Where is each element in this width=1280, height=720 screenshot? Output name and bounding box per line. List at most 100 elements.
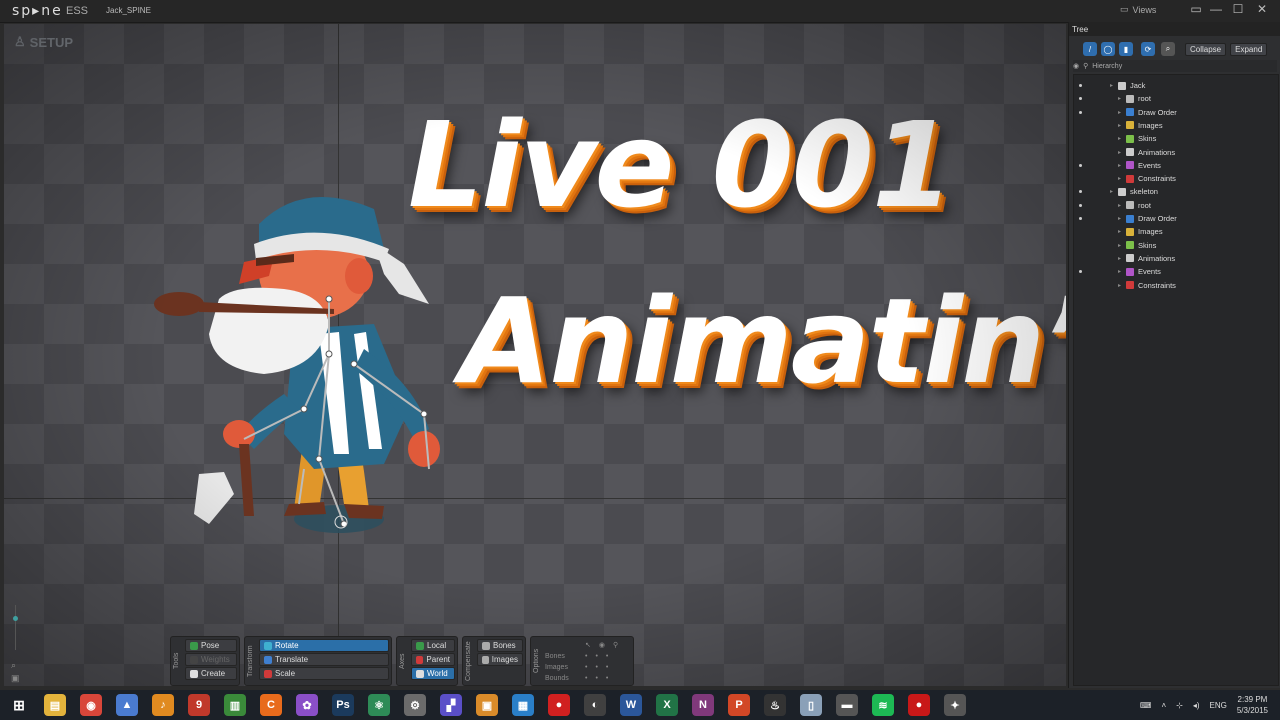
tree-item-jack[interactable]: ▸ Jack bbox=[1074, 79, 1274, 92]
scale-tool-button[interactable]: Scale bbox=[259, 667, 389, 680]
collapse-button[interactable]: Collapse bbox=[1185, 42, 1227, 56]
app-box-icon[interactable]: ▣ bbox=[476, 694, 498, 716]
settings-icon[interactable]: ⚙ bbox=[404, 694, 426, 716]
excel-icon[interactable]: X bbox=[656, 694, 678, 716]
setup-mode-label[interactable]: ♙ SETUP bbox=[14, 34, 73, 50]
clock[interactable]: 2:39 PM 5/3/2015 bbox=[1237, 694, 1268, 716]
expand-arrow-icon[interactable]: ▸ bbox=[1118, 255, 1123, 262]
minimize-button[interactable]: — bbox=[1206, 2, 1226, 16]
expand-arrow-icon[interactable]: ▸ bbox=[1118, 242, 1123, 249]
expand-arrow-icon[interactable]: ▸ bbox=[1118, 109, 1123, 116]
app-mixer-icon[interactable]: ▥ bbox=[224, 694, 246, 716]
parent-axes-button[interactable]: Parent bbox=[411, 653, 455, 666]
visibility-eye-icon[interactable] bbox=[1079, 84, 1082, 87]
slot-filter-icon[interactable]: ◯ bbox=[1101, 42, 1115, 56]
select-icon[interactable]: ↖ bbox=[585, 641, 591, 649]
expand-arrow-icon[interactable]: ▸ bbox=[1118, 228, 1123, 235]
visibility-eye-icon[interactable] bbox=[1079, 163, 1082, 167]
chrome-icon[interactable]: ◉ bbox=[80, 694, 102, 716]
app-flame-icon[interactable]: ♨ bbox=[764, 694, 786, 716]
visibility-eye-icon[interactable] bbox=[1079, 203, 1082, 207]
visibility-eye-icon[interactable] bbox=[1079, 190, 1082, 194]
zoom-slider[interactable]: ⌕ ▣ bbox=[8, 600, 24, 685]
bone-filter-icon[interactable]: / bbox=[1083, 42, 1097, 56]
tree-item-root[interactable]: ▸ root bbox=[1074, 92, 1274, 105]
obs-icon[interactable]: ◐ bbox=[584, 694, 606, 716]
tree-item-events[interactable]: ▸ Events bbox=[1074, 265, 1274, 278]
weights-tool-button[interactable]: Weights bbox=[185, 653, 237, 666]
spine-icon[interactable]: ✦ bbox=[944, 694, 966, 716]
picasa-icon[interactable]: ✿ bbox=[296, 694, 318, 716]
network-icon[interactable]: ⊹ bbox=[1176, 701, 1183, 710]
rotate-tool-button[interactable]: Rotate bbox=[259, 639, 389, 652]
translate-tool-button[interactable]: Translate bbox=[259, 653, 389, 666]
expand-arrow-icon[interactable]: ▸ bbox=[1118, 268, 1123, 275]
visibility-eye-icon[interactable] bbox=[1079, 110, 1082, 114]
expand-arrow-icon[interactable]: ▸ bbox=[1118, 215, 1123, 222]
views-button[interactable]: ▭ Views bbox=[1120, 4, 1156, 15]
expand-arrow-icon[interactable]: ▸ bbox=[1118, 95, 1123, 102]
tray-expand-icon[interactable]: ˄ bbox=[1161, 701, 1166, 710]
expand-arrow-icon[interactable]: ▸ bbox=[1118, 282, 1123, 289]
tree-item-constraints[interactable]: ▸ Constraints bbox=[1074, 172, 1274, 185]
local-axes-button[interactable]: Local bbox=[411, 639, 455, 652]
volume-icon[interactable]: ◂) bbox=[1193, 701, 1200, 710]
visibility-icon[interactable]: ◉ bbox=[599, 641, 605, 649]
app-c-icon[interactable]: C bbox=[260, 694, 282, 716]
visibility-eye-icon[interactable] bbox=[1079, 270, 1082, 274]
visibility-eye-icon[interactable] bbox=[1079, 217, 1082, 220]
tree-item-images[interactable]: ▸ Images bbox=[1074, 225, 1274, 238]
tree-item-skins[interactable]: ▸ Skins bbox=[1074, 239, 1274, 252]
compensate-bones-button[interactable]: Bones bbox=[477, 639, 523, 652]
tree-item-root[interactable]: ▸ root bbox=[1074, 199, 1274, 212]
pin-icon[interactable]: ⚲ bbox=[613, 641, 618, 649]
tree-tab[interactable]: Tree bbox=[1069, 22, 1280, 36]
expand-arrow-icon[interactable]: ▸ bbox=[1110, 188, 1115, 195]
zoom-handle[interactable] bbox=[13, 616, 18, 621]
expand-arrow-icon[interactable]: ▸ bbox=[1118, 162, 1123, 169]
app-doc-icon[interactable]: ▯ bbox=[800, 694, 822, 716]
viewport[interactable]: ♙ SETUP Live 001 Animatin’ bbox=[4, 24, 1066, 686]
fit-icon[interactable]: ▣ bbox=[11, 673, 20, 684]
app-wacom-icon[interactable]: ▬ bbox=[836, 694, 858, 716]
expand-arrow-icon[interactable]: ▸ bbox=[1118, 149, 1123, 156]
spotify-icon[interactable]: ≋ bbox=[872, 694, 894, 716]
tree-item-events[interactable]: ▸ Events bbox=[1074, 159, 1274, 172]
word-icon[interactable]: W bbox=[620, 694, 642, 716]
maximize-button[interactable]: ☐ bbox=[1228, 2, 1248, 16]
close-button[interactable]: ✕ bbox=[1252, 2, 1272, 16]
search-icon[interactable]: ⌕ bbox=[1161, 42, 1175, 56]
hierarchy-list[interactable]: ▸ Jack ▸ root ▸ Draw Order ▸ Images ▸ Skins ▸ Anima… bbox=[1073, 74, 1279, 686]
tree-item-draw-order[interactable]: ▸ Draw Order bbox=[1074, 212, 1274, 225]
expand-arrow-icon[interactable]: ▸ bbox=[1110, 82, 1115, 89]
powerpoint-icon[interactable]: P bbox=[728, 694, 750, 716]
options-row-bones[interactable]: Bones • • • bbox=[545, 651, 631, 661]
app-tetris-icon[interactable]: ▞ bbox=[440, 694, 462, 716]
app-red-icon[interactable]: 9 bbox=[188, 694, 210, 716]
onenote-icon[interactable]: N bbox=[692, 694, 714, 716]
tree-item-animations[interactable]: ▸ Animations bbox=[1074, 252, 1274, 265]
attachment-filter-icon[interactable]: ▮ bbox=[1119, 42, 1133, 56]
tree-item-skins[interactable]: ▸ Skins bbox=[1074, 132, 1274, 145]
tree-item-constraints[interactable]: ▸ Constraints bbox=[1074, 279, 1274, 292]
windows-start-icon[interactable]: ⊞ bbox=[8, 694, 30, 716]
app-blue-icon[interactable]: ▲ bbox=[116, 694, 138, 716]
sync-icon[interactable]: ⟳ bbox=[1141, 42, 1155, 56]
expand-arrow-icon[interactable]: ▸ bbox=[1118, 122, 1123, 129]
file-explorer-icon[interactable]: ▤ bbox=[44, 694, 66, 716]
tree-item-draw-order[interactable]: ▸ Draw Order bbox=[1074, 106, 1274, 119]
world-axes-button[interactable]: World bbox=[411, 667, 455, 680]
expand-arrow-icon[interactable]: ▸ bbox=[1118, 175, 1123, 182]
options-row-bounds[interactable]: Bounds • • • bbox=[545, 673, 631, 683]
expand-arrow-icon[interactable]: ▸ bbox=[1118, 135, 1123, 142]
compensate-images-button[interactable]: Images bbox=[477, 653, 523, 666]
options-row-images[interactable]: Images • • • bbox=[545, 662, 631, 672]
pose-tool-button[interactable]: Pose bbox=[185, 639, 237, 652]
zoom-icon[interactable]: ⌕ bbox=[11, 660, 16, 671]
keyboard-icon[interactable]: ⌨ bbox=[1140, 701, 1152, 710]
app-record-icon[interactable]: ● bbox=[548, 694, 570, 716]
fl-studio-icon[interactable]: ♪ bbox=[152, 694, 174, 716]
photoshop-icon[interactable]: Ps bbox=[332, 694, 354, 716]
expand-arrow-icon[interactable]: ▸ bbox=[1118, 202, 1123, 209]
expand-button[interactable]: Expand bbox=[1230, 42, 1268, 56]
